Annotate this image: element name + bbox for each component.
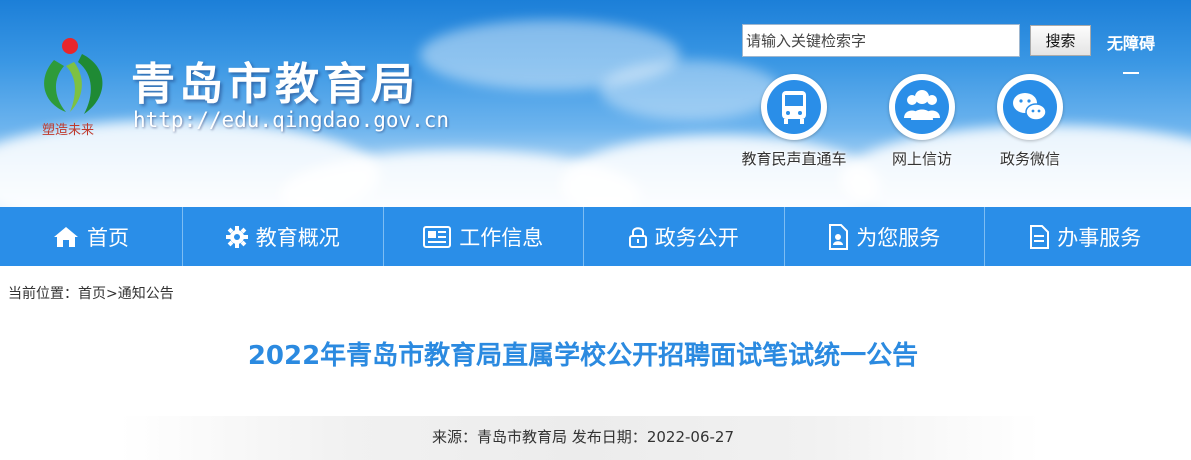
- users-icon: [889, 74, 955, 140]
- site-emblem-icon: 塑造未来: [42, 38, 103, 138]
- date-label: 发布日期：: [571, 428, 647, 446]
- search-button[interactable]: 搜索: [1030, 25, 1091, 56]
- breadcrumb-link-notices[interactable]: 通知公告: [118, 286, 174, 302]
- wechat-icon: [997, 74, 1063, 140]
- document-user-icon: [829, 223, 849, 250]
- bus-icon: [761, 74, 827, 140]
- nav-item-label: 政务公开: [654, 225, 739, 250]
- search-input[interactable]: [742, 24, 1020, 57]
- source-label: 来源：: [431, 428, 477, 446]
- gear-icon: [225, 225, 248, 248]
- nav-item-label: 工作信息: [459, 225, 544, 250]
- article-title: 2022年青岛市教育局直属学校公开招聘面试笔试统一公告: [247, 341, 919, 371]
- nav-item-online-services[interactable]: 办事服务: [985, 207, 1186, 266]
- breadcrumb-link-home[interactable]: 首页: [78, 286, 106, 302]
- nav-item-label: 教育概况: [255, 225, 340, 250]
- accessibility-indicator: [1123, 72, 1139, 74]
- newspaper-icon: [423, 225, 452, 248]
- accessibility-link[interactable]: 无障碍: [1107, 30, 1155, 54]
- quick-link-wechat[interactable]: 政务微信: [965, 74, 1095, 169]
- nav-item-work-info[interactable]: 工作信息: [384, 207, 584, 266]
- breadcrumb: 当前位置：首页>通知公告: [8, 283, 174, 303]
- nav-item-government-affairs[interactable]: 政务公开: [584, 207, 785, 266]
- document-icon: [1030, 224, 1050, 249]
- article-date: 2022-06-27: [646, 428, 734, 446]
- main-nav: 首页 教育概况 工作信息 政务公开 为您服务 办事服务: [0, 207, 1191, 266]
- emblem-motto: 塑造未来: [42, 123, 94, 138]
- nav-item-label: 办事服务: [1057, 225, 1142, 250]
- nav-item-label: 为您服务: [856, 225, 941, 250]
- article-source: 青岛市教育局: [477, 428, 568, 446]
- quick-link-label: 政务微信: [999, 150, 1060, 168]
- breadcrumb-prefix: 当前位置：: [8, 286, 78, 302]
- lock-icon: [628, 226, 647, 248]
- article-meta: 来源：青岛市教育局 发布日期：2022-06-27: [0, 426, 1166, 447]
- site-title: 青岛市教育局: [131, 59, 419, 110]
- quick-link-education-hotline[interactable]: 教育民声直通车: [729, 74, 859, 169]
- nav-item-home[interactable]: 首页: [0, 207, 183, 266]
- nav-item-education-overview[interactable]: 教育概况: [183, 207, 384, 266]
- nav-item-services-for-you[interactable]: 为您服务: [785, 207, 985, 266]
- breadcrumb-separator: >: [106, 286, 118, 302]
- site-url: http://edu.qingdao.gov.cn: [133, 108, 450, 132]
- site-header: 塑造未来 青岛市教育局 http://edu.qingdao.gov.cn 搜索…: [0, 0, 1191, 207]
- home-icon: [54, 226, 78, 247]
- nav-item-label: 首页: [87, 225, 129, 250]
- quick-link-label: 教育民声直通车: [741, 150, 847, 168]
